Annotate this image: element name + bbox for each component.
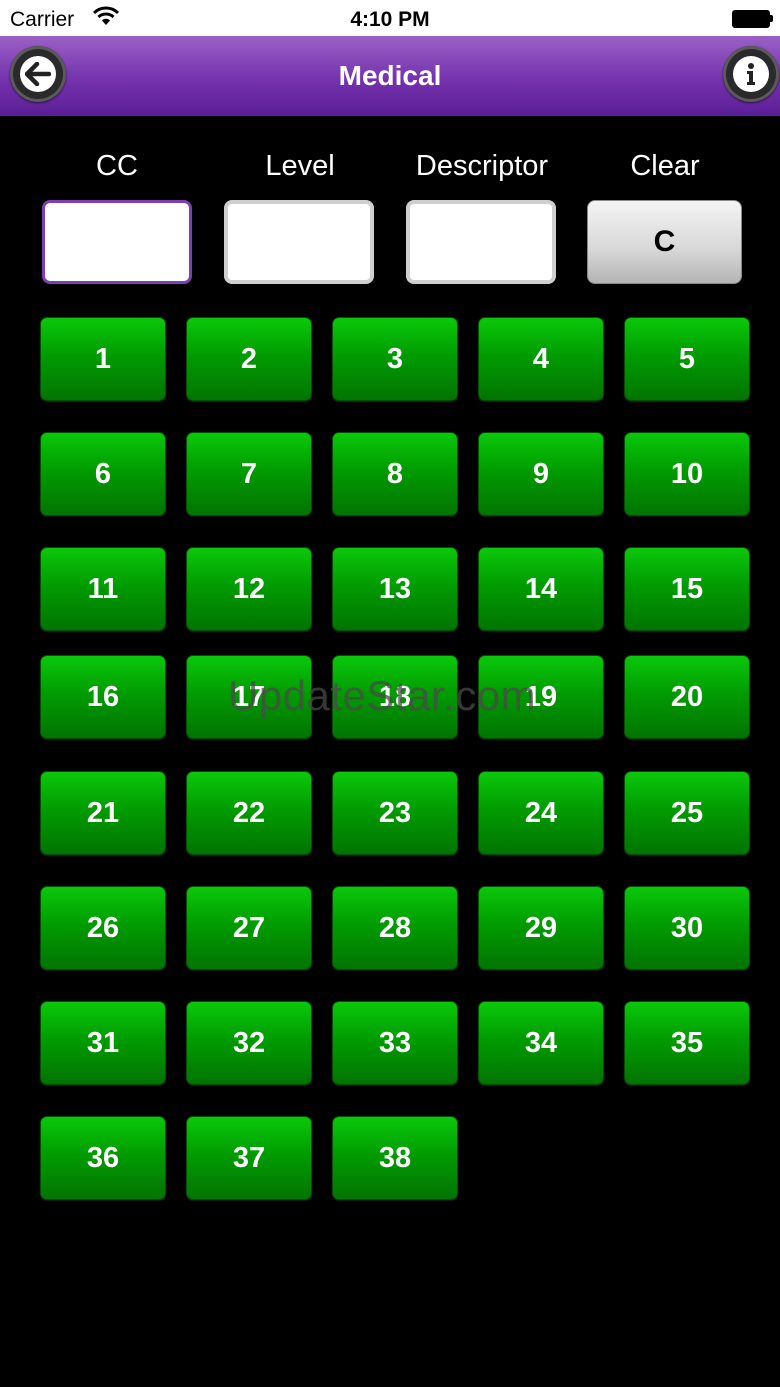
key-22-button[interactable]: 22 — [186, 771, 312, 855]
key-3-button[interactable]: 3 — [332, 317, 458, 401]
cc-header: CC — [96, 150, 138, 182]
key-27-button[interactable]: 27 — [186, 886, 312, 970]
key-30-button[interactable]: 30 — [624, 886, 750, 970]
key-17-button[interactable]: 17 — [186, 655, 312, 739]
key-11-button[interactable]: 11 — [40, 547, 166, 631]
level-field[interactable] — [224, 200, 374, 284]
cc-field[interactable] — [42, 200, 192, 284]
clock: 4:10 PM — [350, 8, 430, 31]
key-7-button[interactable]: 7 — [186, 432, 312, 516]
key-1-button[interactable]: 1 — [40, 317, 166, 401]
key-29-button[interactable]: 29 — [478, 886, 604, 970]
info-icon — [733, 56, 769, 92]
page-title: Medical — [338, 60, 442, 91]
key-20-button[interactable]: 20 — [624, 655, 750, 739]
key-8-button[interactable]: 8 — [332, 432, 458, 516]
descriptor-field[interactable] — [406, 200, 556, 284]
key-9-button[interactable]: 9 — [478, 432, 604, 516]
battery-icon — [732, 10, 773, 28]
key-13-button[interactable]: 13 — [332, 547, 458, 631]
key-21-button[interactable]: 21 — [40, 771, 166, 855]
key-16-button[interactable]: 16 — [40, 655, 166, 739]
key-14-button[interactable]: 14 — [478, 547, 604, 631]
key-31-button[interactable]: 31 — [40, 1001, 166, 1085]
key-24-button[interactable]: 24 — [478, 771, 604, 855]
key-28-button[interactable]: 28 — [332, 886, 458, 970]
key-15-button[interactable]: 15 — [624, 547, 750, 631]
key-37-button[interactable]: 37 — [186, 1116, 312, 1200]
key-4-button[interactable]: 4 — [478, 317, 604, 401]
key-5-button[interactable]: 5 — [624, 317, 750, 401]
key-23-button[interactable]: 23 — [332, 771, 458, 855]
descriptor-input[interactable] — [410, 204, 552, 280]
level-input[interactable] — [228, 204, 370, 280]
key-2-button[interactable]: 2 — [186, 317, 312, 401]
key-34-button[interactable]: 34 — [478, 1001, 604, 1085]
key-38-button[interactable]: 38 — [332, 1116, 458, 1200]
key-12-button[interactable]: 12 — [186, 547, 312, 631]
key-33-button[interactable]: 33 — [332, 1001, 458, 1085]
key-36-button[interactable]: 36 — [40, 1116, 166, 1200]
clear-header: Clear — [630, 150, 700, 182]
key-25-button[interactable]: 25 — [624, 771, 750, 855]
info-button[interactable] — [723, 46, 779, 102]
key-6-button[interactable]: 6 — [40, 432, 166, 516]
key-26-button[interactable]: 26 — [40, 886, 166, 970]
status-bar: Carrier 4:10 PM — [0, 0, 780, 36]
clear-button[interactable]: C — [587, 200, 742, 284]
key-10-button[interactable]: 10 — [624, 432, 750, 516]
descriptor-header: Descriptor — [415, 150, 549, 182]
key-19-button[interactable]: 19 — [478, 655, 604, 739]
cc-input[interactable] — [45, 203, 189, 281]
nav-bar: Medical — [0, 36, 780, 116]
key-18-button[interactable]: 18 — [332, 655, 458, 739]
key-32-button[interactable]: 32 — [186, 1001, 312, 1085]
key-35-button[interactable]: 35 — [624, 1001, 750, 1085]
level-header: Level — [265, 150, 335, 182]
